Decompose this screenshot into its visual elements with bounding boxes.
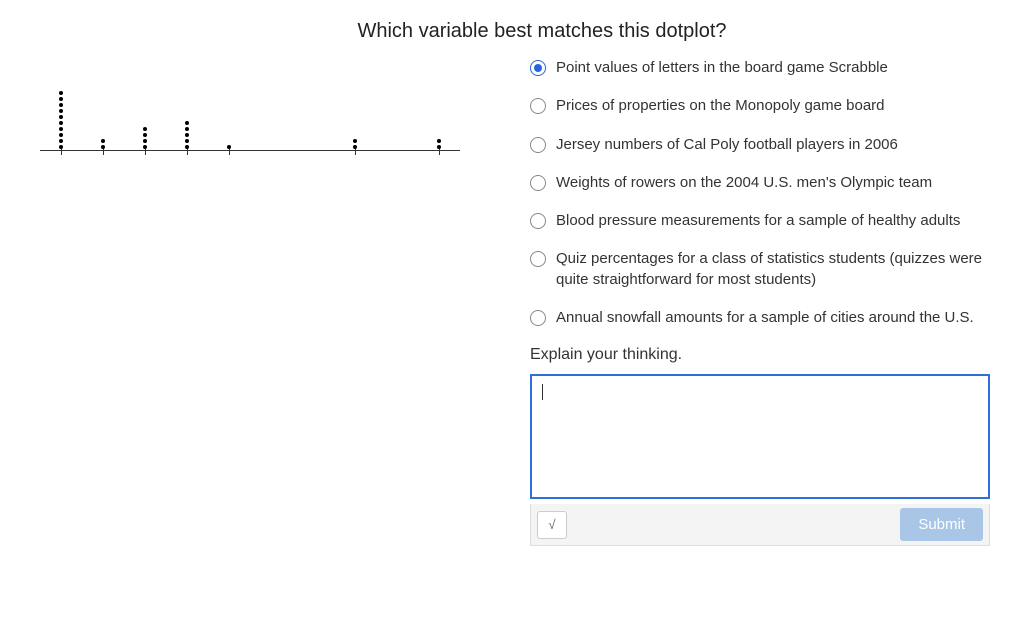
option-label-5: Quiz percentages for a class of statisti… bbox=[556, 249, 994, 290]
dot bbox=[59, 139, 63, 143]
dot bbox=[59, 109, 63, 113]
dot bbox=[59, 145, 63, 149]
dot bbox=[59, 91, 63, 95]
dot bbox=[59, 133, 63, 137]
dot bbox=[143, 127, 147, 131]
dot bbox=[143, 145, 147, 149]
dot bbox=[101, 139, 105, 143]
submit-button[interactable]: Submit bbox=[900, 508, 983, 541]
dot bbox=[437, 145, 441, 149]
text-cursor bbox=[542, 384, 543, 400]
option-label-0: Point values of letters in the board gam… bbox=[556, 58, 888, 78]
dot bbox=[101, 145, 105, 149]
dot bbox=[185, 139, 189, 143]
dot bbox=[143, 139, 147, 143]
sqrt-icon: √ bbox=[548, 517, 555, 532]
option-label-2: Jersey numbers of Cal Poly football play… bbox=[556, 135, 898, 155]
dotplot bbox=[30, 63, 470, 163]
dot bbox=[185, 145, 189, 149]
option-label-3: Weights of rowers on the 2004 U.S. men's… bbox=[556, 173, 932, 193]
dotplot-container bbox=[30, 58, 510, 163]
dot bbox=[185, 127, 189, 131]
option-row-5[interactable]: Quiz percentages for a class of statisti… bbox=[530, 249, 994, 290]
option-row-6[interactable]: Annual snowfall amounts for a sample of … bbox=[530, 308, 994, 328]
options-list: Point values of letters in the board gam… bbox=[530, 58, 994, 328]
radio-option-1[interactable] bbox=[530, 98, 546, 114]
explain-textarea[interactable] bbox=[530, 374, 990, 499]
dot bbox=[437, 139, 441, 143]
dot bbox=[185, 133, 189, 137]
dot bbox=[59, 97, 63, 101]
dot bbox=[353, 139, 357, 143]
dot bbox=[59, 127, 63, 131]
dot bbox=[59, 121, 63, 125]
dot bbox=[59, 115, 63, 119]
option-row-2[interactable]: Jersey numbers of Cal Poly football play… bbox=[530, 135, 994, 155]
explain-label: Explain your thinking. bbox=[530, 346, 994, 364]
dot bbox=[227, 145, 231, 149]
dot bbox=[185, 121, 189, 125]
dot bbox=[353, 145, 357, 149]
option-label-4: Blood pressure measurements for a sample… bbox=[556, 211, 960, 231]
answer-toolbar: √ Submit bbox=[530, 504, 990, 546]
option-label-6: Annual snowfall amounts for a sample of … bbox=[556, 308, 974, 328]
math-editor-button[interactable]: √ bbox=[537, 511, 567, 539]
radio-option-3[interactable] bbox=[530, 175, 546, 191]
dotplot-axis-area bbox=[40, 63, 460, 163]
radio-option-6[interactable] bbox=[530, 310, 546, 326]
option-row-1[interactable]: Prices of properties on the Monopoly gam… bbox=[530, 96, 994, 116]
dot bbox=[59, 103, 63, 107]
dot bbox=[143, 133, 147, 137]
radio-option-4[interactable] bbox=[530, 213, 546, 229]
radio-option-0[interactable] bbox=[530, 60, 546, 76]
option-row-3[interactable]: Weights of rowers on the 2004 U.S. men's… bbox=[530, 173, 994, 193]
radio-option-5[interactable] bbox=[530, 251, 546, 267]
radio-option-2[interactable] bbox=[530, 137, 546, 153]
option-row-4[interactable]: Blood pressure measurements for a sample… bbox=[530, 211, 994, 231]
option-label-1: Prices of properties on the Monopoly gam… bbox=[556, 96, 885, 116]
option-row-0[interactable]: Point values of letters in the board gam… bbox=[530, 58, 994, 78]
question-title: Which variable best matches this dotplot… bbox=[30, 20, 994, 43]
